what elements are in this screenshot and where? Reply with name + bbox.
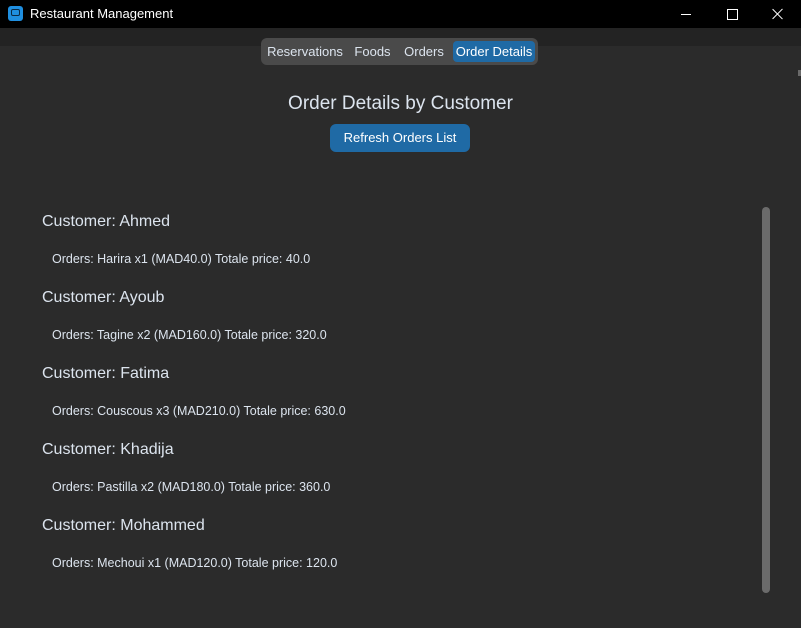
customer-name: Customer: Mohammed bbox=[42, 517, 205, 534]
tab-foods[interactable]: Foods bbox=[349, 41, 396, 62]
customer-entry: Customer: Khadija Orders: Pastilla x2 (M… bbox=[28, 428, 728, 504]
customer-orders: Orders: Mechoui x1 (MAD120.0) Totale pri… bbox=[52, 556, 338, 570]
customer-name: Customer: Khadija bbox=[42, 441, 174, 458]
customer-orders: Orders: Couscous x3 (MAD210.0) Totale pr… bbox=[52, 404, 346, 418]
refresh-orders-button[interactable]: Refresh Orders List bbox=[330, 124, 470, 152]
close-button[interactable] bbox=[755, 0, 801, 28]
maximize-icon bbox=[726, 8, 738, 20]
title-bar: Restaurant Management bbox=[0, 0, 801, 28]
customer-name: Customer: Ayoub bbox=[42, 289, 165, 306]
customer-entry: Customer: Ahmed Orders: Harira x1 (MAD40… bbox=[28, 200, 728, 276]
customer-name: Customer: Fatima bbox=[42, 365, 170, 382]
scrollbar[interactable] bbox=[762, 207, 770, 593]
tab-orders[interactable]: Orders bbox=[398, 41, 450, 62]
maximize-button[interactable] bbox=[709, 0, 755, 28]
customer-orders: Orders: Tagine x2 (MAD160.0) Totale pric… bbox=[52, 328, 327, 342]
customer-orders: Orders: Harira x1 (MAD40.0) Totale price… bbox=[52, 252, 311, 266]
close-icon bbox=[772, 8, 784, 20]
tab-order-details[interactable]: Order Details bbox=[453, 41, 535, 62]
app-icon bbox=[8, 6, 23, 21]
page-title: Order Details by Customer bbox=[288, 93, 513, 114]
customer-orders: Orders: Pastilla x2 (MAD180.0) Totale pr… bbox=[52, 480, 331, 494]
minimize-button[interactable] bbox=[663, 0, 709, 28]
app-window: Restaurant Management Reservations Foods… bbox=[0, 0, 801, 628]
tab-reservations[interactable]: Reservations bbox=[264, 41, 346, 62]
order-details-list[interactable]: Customer: Ahmed Orders: Harira x1 (MAD40… bbox=[28, 200, 748, 600]
customer-entry: Customer: Mohammed Orders: Mechoui x1 (M… bbox=[28, 504, 728, 580]
customer-entry: Customer: Fatima Orders: Couscous x3 (MA… bbox=[28, 352, 728, 428]
window-title: Restaurant Management bbox=[30, 6, 174, 21]
minimize-icon bbox=[681, 13, 691, 15]
customer-name: Customer: Ahmed bbox=[42, 213, 171, 230]
tab-bar: Reservations Foods Orders Order Details bbox=[261, 38, 538, 65]
customer-entry: Customer: Ayoub Orders: Tagine x2 (MAD16… bbox=[28, 276, 728, 352]
